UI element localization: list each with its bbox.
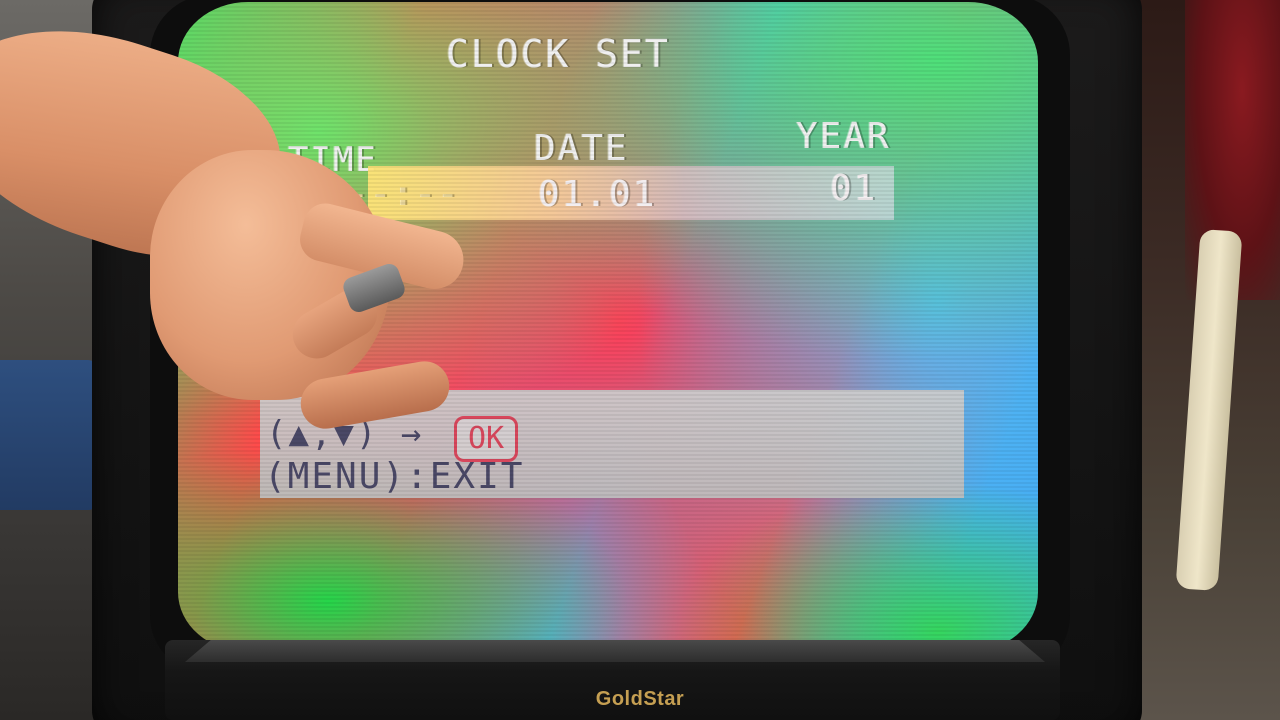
- year-value-field[interactable]: 01: [830, 168, 877, 209]
- column-header-date: DATE: [534, 128, 629, 169]
- column-header-year: YEAR: [796, 116, 891, 157]
- exit-hint: (MENU):EXIT: [264, 456, 524, 497]
- date-value-field[interactable]: 01.01: [538, 174, 656, 215]
- brand-logo: GoldStar: [595, 688, 685, 710]
- exit-label: :EXIT: [406, 456, 525, 497]
- hand-holding-remote: [0, 0, 470, 450]
- menu-key-label[interactable]: (MENU): [264, 456, 406, 497]
- tv-bottom-edge: [185, 640, 1045, 662]
- photo-scene: CLOCK SET TIME DATE YEAR --:-- 01.01 01 …: [0, 0, 1280, 720]
- osd-title: CLOCK SET: [446, 32, 670, 76]
